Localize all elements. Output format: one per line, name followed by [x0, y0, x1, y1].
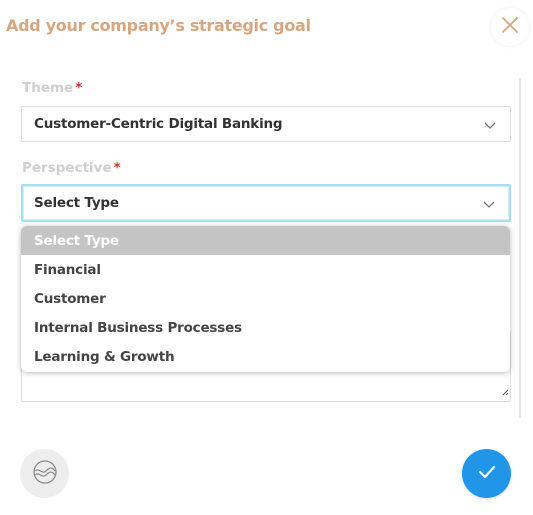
dropdown-option-learning-growth[interactable]: Learning & Growth: [21, 342, 510, 371]
scrollbar-track[interactable]: [519, 78, 521, 418]
theme-select-value: Customer-Centric Digital Banking: [34, 116, 283, 132]
perspective-dropdown-list: Select Type Financial Customer Internal …: [21, 226, 510, 372]
modal-title: Add your company’s strategic goal: [6, 16, 311, 35]
perspective-required-mark: *: [113, 160, 121, 176]
strategic-goal-modal: Add your company’s strategic goal Theme *…: [0, 0, 533, 515]
wave-logo-icon: [32, 459, 58, 489]
dropdown-option-select-type[interactable]: Select Type: [21, 226, 510, 255]
dropdown-option-customer[interactable]: Customer: [21, 284, 510, 313]
checkmark-icon: [478, 464, 496, 483]
close-button[interactable]: [491, 8, 529, 46]
resize-grip-icon[interactable]: [501, 381, 509, 400]
perspective-label: Perspective *: [22, 160, 121, 176]
theme-label-text: Theme: [22, 80, 74, 96]
close-icon: [502, 17, 518, 37]
perspective-select[interactable]: Select Type: [21, 184, 511, 222]
company-logo: [20, 449, 69, 498]
theme-required-mark: *: [75, 80, 83, 96]
chevron-down-icon: [483, 194, 495, 213]
chevron-down-icon: [484, 115, 496, 134]
dropdown-option-internal-business-processes[interactable]: Internal Business Processes: [21, 313, 510, 342]
dropdown-option-financial[interactable]: Financial: [21, 255, 510, 284]
perspective-label-text: Perspective: [22, 160, 112, 176]
theme-select[interactable]: Customer-Centric Digital Banking: [21, 106, 511, 142]
submit-button[interactable]: [462, 449, 511, 498]
theme-label: Theme *: [22, 80, 82, 96]
perspective-select-value: Select Type: [34, 195, 119, 211]
